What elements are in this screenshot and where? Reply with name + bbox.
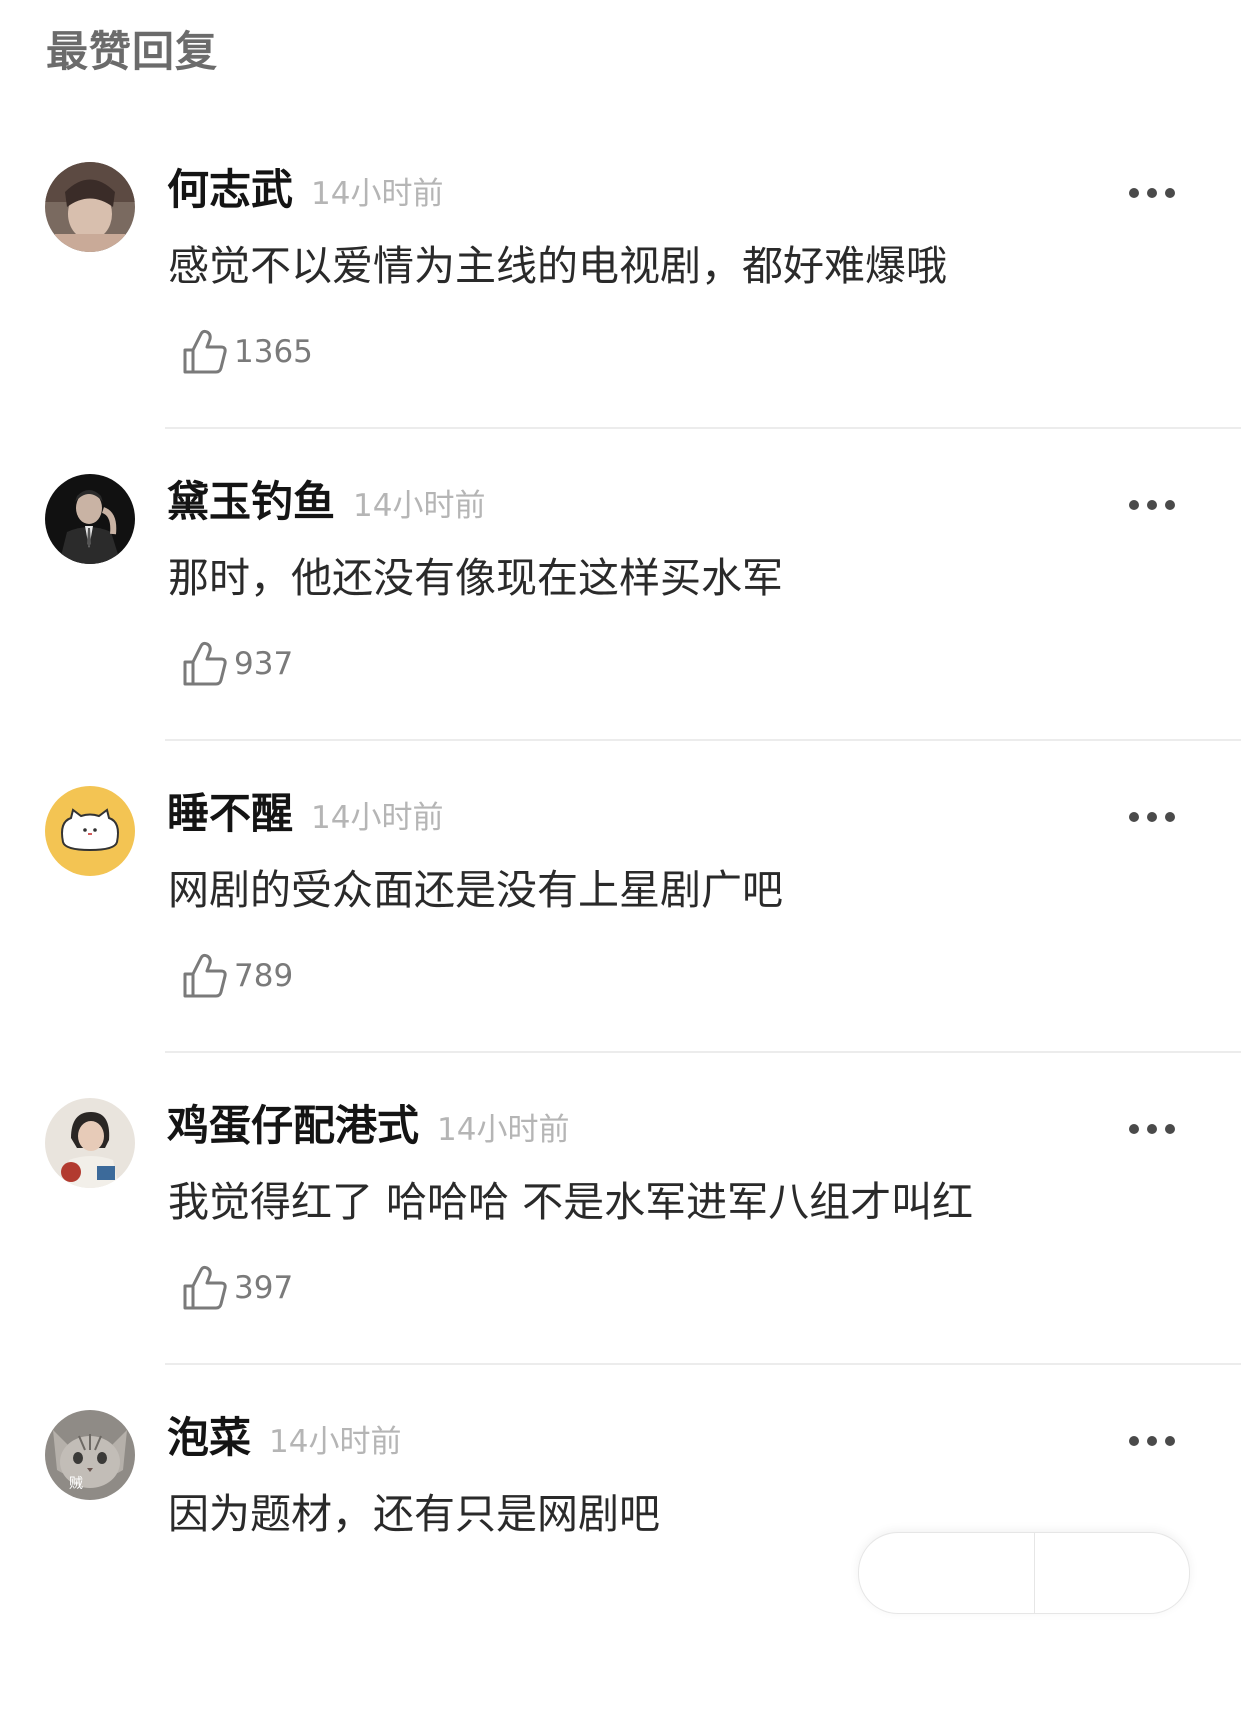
thumbs-up-icon (183, 953, 227, 998)
comment-text: 因为题材，还有只是网剧吧 (168, 1490, 660, 1538)
like-count: 937 (234, 646, 294, 682)
section-title: 最赞回复 (46, 27, 219, 76)
thumbs-up-icon (183, 329, 227, 374)
username-text: 黛玉钓鱼 (167, 477, 336, 526)
username[interactable]: 何志武 14小时前 (167, 162, 443, 222)
user-avatar[interactable] (45, 786, 135, 876)
timestamp: 14小时前 (311, 176, 444, 212)
cat-photo-avatar-icon: 贼 (45, 1410, 135, 1500)
username-text: 鸡蛋仔配港式 (167, 1101, 420, 1150)
username-text: 何志武 (167, 165, 294, 214)
divider (165, 1363, 1241, 1365)
like-count: 397 (234, 1270, 294, 1306)
username[interactable]: 鸡蛋仔配港式 14小时前 (167, 1098, 569, 1158)
more-dots-icon[interactable] (1129, 810, 1175, 824)
cat-cartoon-avatar-icon (45, 786, 135, 876)
user-avatar[interactable] (45, 1098, 135, 1188)
like-count: 789 (234, 958, 294, 994)
action-bar-separator (1034, 1533, 1035, 1613)
user-avatar[interactable]: 贼 (45, 1410, 135, 1500)
comment-text: 感觉不以爱情为主线的电视剧，都好难爆哦 (168, 242, 947, 290)
timestamp: 14小时前 (353, 488, 486, 524)
thumbs-up-icon (183, 641, 227, 686)
more-dots-icon[interactable] (1129, 498, 1175, 512)
comment-text: 那时，他还没有像现在这样买水军 (168, 554, 783, 602)
divider (165, 739, 1241, 741)
user-avatar[interactable] (45, 474, 135, 564)
user-avatar[interactable] (45, 162, 135, 252)
avatar-label: 贼 (69, 1476, 83, 1492)
comment-text: 我觉得红了 哈哈哈 不是水军进军八组才叫红 (168, 1178, 974, 1226)
thumbs-up-icon (183, 1265, 227, 1310)
like-button[interactable]: 397 (180, 1264, 293, 1312)
more-dots-icon[interactable] (1129, 1434, 1175, 1448)
username-text: 睡不醒 (167, 789, 294, 838)
divider (165, 1051, 1241, 1053)
username[interactable]: 黛玉钓鱼 14小时前 (167, 474, 485, 534)
like-button[interactable]: 1365 (180, 328, 313, 376)
like-button[interactable]: 937 (180, 640, 293, 688)
more-dots-icon[interactable] (1129, 186, 1175, 200)
like-button[interactable]: 789 (180, 952, 293, 1000)
timestamp: 14小时前 (437, 1112, 570, 1148)
username[interactable]: 泡菜 14小时前 (167, 1410, 401, 1470)
suit-portrait-avatar-icon (45, 474, 135, 564)
floating-action-bar[interactable] (858, 1532, 1190, 1614)
person-photo-avatar-icon (45, 162, 135, 252)
like-count: 1365 (234, 334, 313, 370)
comment-text: 网剧的受众面还是没有上星剧广吧 (168, 866, 783, 914)
person-photo-avatar-icon (45, 1098, 135, 1188)
timestamp: 14小时前 (269, 1424, 402, 1460)
more-dots-icon[interactable] (1129, 1122, 1175, 1136)
divider (165, 427, 1241, 429)
timestamp: 14小时前 (311, 800, 444, 836)
username-text: 泡菜 (167, 1413, 252, 1462)
username[interactable]: 睡不醒 14小时前 (167, 786, 443, 846)
